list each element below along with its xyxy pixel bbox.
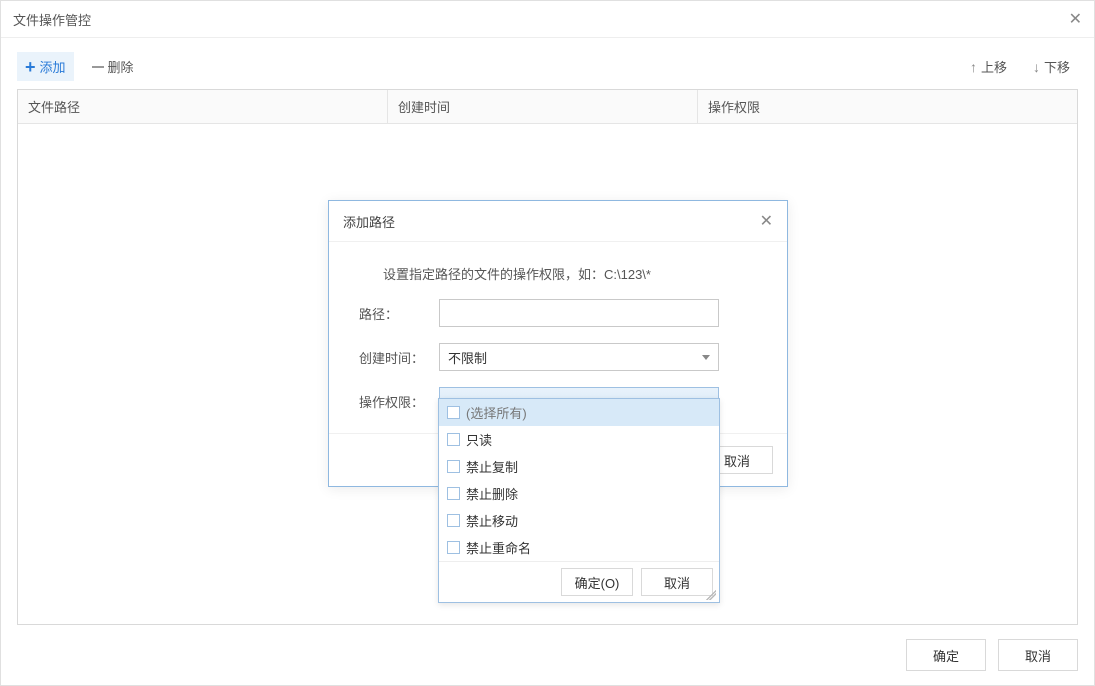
toolbar-right: ↑ 上移 ↓ 下移 <box>962 52 1078 81</box>
window-title: 文件操作管控 <box>13 10 91 29</box>
col-perm[interactable]: 操作权限 <box>698 90 1077 123</box>
delete-label: 删除 <box>108 57 134 76</box>
dropdown-footer: 确定(O) 取消 <box>439 561 719 602</box>
add-label: 添加 <box>40 57 66 76</box>
move-up-label: 上移 <box>981 57 1007 76</box>
created-select[interactable]: 不限制 <box>439 343 719 371</box>
created-value: 不限制 <box>448 348 487 367</box>
dropdown-opt-nomove[interactable]: 禁止移动 <box>439 507 719 534</box>
checkbox-icon <box>447 487 460 500</box>
path-input[interactable] <box>439 299 719 327</box>
close-icon[interactable]: ✕ <box>1069 9 1082 29</box>
dropdown-opt-readonly[interactable]: 只读 <box>439 426 719 453</box>
row-created: 创建时间： 不限制 <box>359 343 757 371</box>
dialog-close-icon[interactable]: ✕ <box>760 211 773 231</box>
dropdown-cancel-button[interactable]: 取消 <box>641 568 713 596</box>
opt-label: 禁止重命名 <box>466 538 531 557</box>
delete-button[interactable]: 删除 <box>84 52 142 81</box>
resize-grip-icon[interactable] <box>706 590 716 600</box>
toolbar-left: + 添加 删除 <box>17 52 142 81</box>
opt-label: 禁止移动 <box>466 511 518 530</box>
row-path: 路径： <box>359 299 757 327</box>
arrow-down-icon: ↓ <box>1033 59 1040 75</box>
dropdown-ok-button[interactable]: 确定(O) <box>561 568 633 596</box>
dialog-description: 设置指定路径的文件的操作权限，如：C:\123\* <box>383 264 757 283</box>
titlebar: 文件操作管控 ✕ <box>1 1 1094 38</box>
checkbox-icon <box>447 433 460 446</box>
add-button[interactable]: + 添加 <box>17 52 74 81</box>
dropdown-select-all[interactable]: (选择所有) <box>439 399 719 426</box>
created-label: 创建时间： <box>359 348 439 367</box>
checkbox-icon <box>447 460 460 473</box>
main-cancel-button[interactable]: 取消 <box>998 639 1078 671</box>
checkbox-icon <box>447 541 460 554</box>
perm-label: 操作权限： <box>359 392 439 411</box>
move-down-button[interactable]: ↓ 下移 <box>1025 52 1078 81</box>
plus-icon: + <box>25 60 36 74</box>
checkbox-icon <box>447 406 460 419</box>
toolbar: + 添加 删除 ↑ 上移 ↓ 下移 <box>17 52 1078 89</box>
dialog-title: 添加路径 <box>343 212 395 231</box>
select-all-label: (选择所有) <box>466 403 527 422</box>
path-label: 路径： <box>359 304 439 323</box>
chevron-down-icon <box>702 355 710 360</box>
opt-label: 禁止删除 <box>466 484 518 503</box>
minus-icon <box>92 66 104 68</box>
move-down-label: 下移 <box>1044 57 1070 76</box>
dropdown-opt-nodelete[interactable]: 禁止删除 <box>439 480 719 507</box>
dropdown-opt-nocopy[interactable]: 禁止复制 <box>439 453 719 480</box>
move-up-button[interactable]: ↑ 上移 <box>962 52 1015 81</box>
perm-dropdown: (选择所有) 只读 禁止复制 禁止删除 禁止移动 禁止重命名 确定(O) 取消 <box>438 398 720 603</box>
main-ok-button[interactable]: 确定 <box>906 639 986 671</box>
dropdown-opt-norename[interactable]: 禁止重命名 <box>439 534 719 561</box>
table-header: 文件路径 创建时间 操作权限 <box>18 90 1077 124</box>
col-path[interactable]: 文件路径 <box>18 90 388 123</box>
main-footer: 确定 取消 <box>1 625 1094 685</box>
dialog-titlebar: 添加路径 ✕ <box>329 201 787 242</box>
opt-label: 只读 <box>466 430 492 449</box>
col-created[interactable]: 创建时间 <box>388 90 698 123</box>
opt-label: 禁止复制 <box>466 457 518 476</box>
arrow-up-icon: ↑ <box>970 59 977 75</box>
checkbox-icon <box>447 514 460 527</box>
